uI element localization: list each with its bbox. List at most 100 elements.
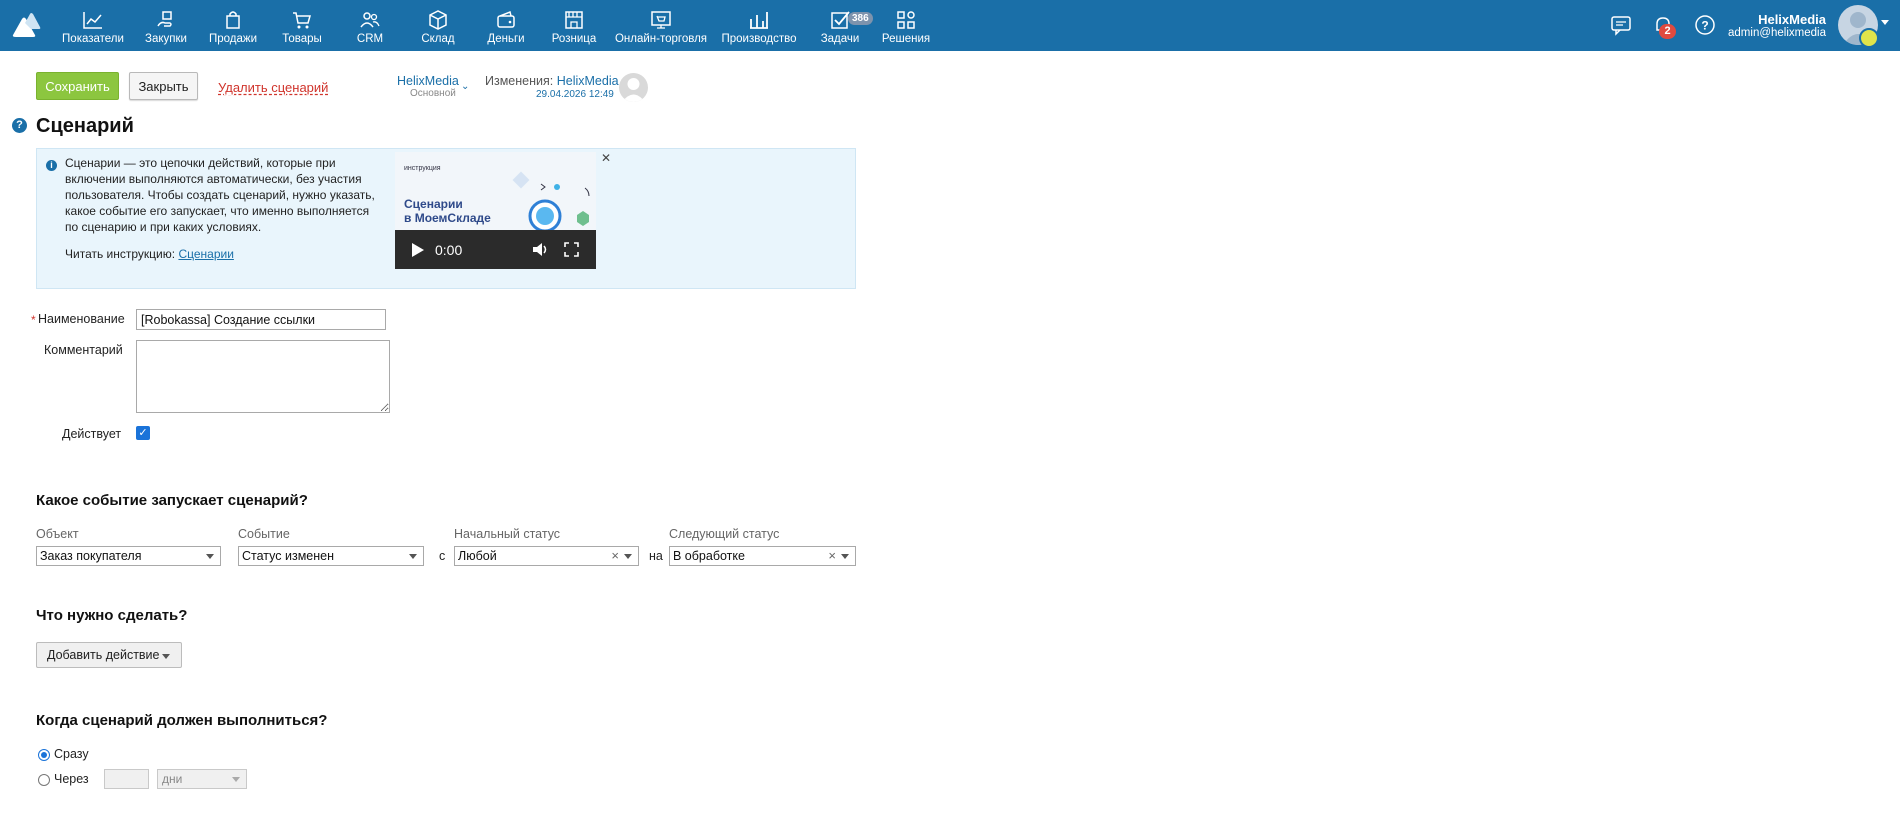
chevron-down-icon bbox=[232, 777, 240, 782]
logo-icon[interactable] bbox=[11, 11, 41, 39]
help-circle-icon[interactable]: ? bbox=[1693, 13, 1717, 37]
online-store-icon bbox=[651, 11, 671, 29]
run-delay-radio[interactable] bbox=[38, 774, 50, 786]
nav-item-solutions[interactable]: Решения bbox=[880, 0, 932, 51]
fullscreen-icon[interactable] bbox=[564, 242, 579, 257]
store-icon bbox=[565, 11, 583, 29]
timing-heading: Когда сценарий должен выполниться? bbox=[36, 712, 328, 729]
owner-chevron-down-icon[interactable]: ⌄ bbox=[461, 81, 469, 92]
nav-label: Задачи bbox=[820, 33, 860, 45]
nav-label: Товары bbox=[282, 33, 322, 45]
help-icon[interactable]: ? bbox=[12, 118, 27, 133]
chevron-down-icon bbox=[206, 554, 214, 559]
chevron-down-icon bbox=[409, 554, 417, 559]
clear-icon[interactable]: × bbox=[611, 548, 619, 563]
video-controls: 0:00 bbox=[395, 230, 596, 269]
nav-label: Решения bbox=[881, 33, 931, 45]
chat-icon[interactable] bbox=[1609, 13, 1633, 37]
people-icon bbox=[360, 12, 380, 28]
play-icon[interactable] bbox=[411, 242, 425, 258]
next-status-label: Следующий статус bbox=[669, 527, 780, 541]
avatar-silhouette-icon bbox=[622, 78, 645, 102]
user-menu-caret-icon[interactable] bbox=[1881, 20, 1889, 25]
changes-user-link[interactable]: HelixMedia bbox=[557, 74, 619, 88]
nav-item-crm[interactable]: CRM bbox=[348, 0, 392, 51]
volume-icon[interactable] bbox=[532, 241, 550, 258]
comment-textarea[interactable] bbox=[136, 340, 390, 413]
user-role-icon bbox=[1859, 28, 1879, 48]
nav-item-retail[interactable]: Розница bbox=[549, 0, 599, 51]
nav-item-tasks[interactable]: 386 Задачи bbox=[814, 0, 873, 51]
nav-item-money[interactable]: Деньги bbox=[484, 0, 528, 51]
video-title: Сценарии в МоемСкладе bbox=[404, 197, 491, 225]
nav-item-production[interactable]: Производство bbox=[718, 0, 800, 51]
video-title-line-2: в МоемСкладе bbox=[404, 211, 491, 225]
changes-date: 29.04.2026 12:49 bbox=[536, 89, 614, 100]
object-select[interactable]: Заказ покупателя bbox=[36, 546, 221, 566]
active-label: Действует bbox=[62, 427, 122, 441]
video-title-line-1: Сценарии bbox=[404, 197, 463, 211]
nav-item-warehouse[interactable]: Склад bbox=[416, 0, 460, 51]
trigger-heading: Какое событие запускает сценарий? bbox=[36, 492, 308, 509]
run-now-radio[interactable] bbox=[38, 749, 50, 761]
svg-text:?: ? bbox=[1701, 19, 1708, 33]
page-title: Сценарий bbox=[36, 115, 134, 137]
delay-unit-value: дни bbox=[162, 772, 183, 786]
nav-label: Закупки bbox=[145, 33, 187, 45]
apps-grid-icon bbox=[897, 11, 915, 29]
user-email[interactable]: admin@helixmedia bbox=[1728, 27, 1826, 39]
changes-user-avatar bbox=[619, 73, 648, 102]
start-status-label: Начальный статус bbox=[454, 527, 561, 541]
save-button[interactable]: Сохранить bbox=[36, 72, 119, 100]
video-time: 0:00 bbox=[435, 242, 463, 258]
chevron-down-icon bbox=[624, 554, 632, 559]
box-icon bbox=[429, 10, 447, 30]
instruction-label: Читать инструкцию: bbox=[65, 247, 176, 261]
video-caption: инструкция bbox=[404, 165, 441, 172]
delete-scenario-link[interactable]: Удалить сценарий bbox=[218, 80, 328, 95]
active-checkbox[interactable]: ✓ bbox=[136, 426, 150, 440]
nav-item-indicators[interactable]: Показатели bbox=[60, 0, 126, 51]
comment-label: Комментарий bbox=[44, 343, 123, 357]
nav-item-products[interactable]: Товары bbox=[276, 0, 328, 51]
wallet-icon bbox=[497, 10, 515, 28]
user-name[interactable]: HelixMedia bbox=[1758, 12, 1826, 27]
start-status-value: Любой bbox=[458, 549, 497, 563]
owner-subtitle: Основной bbox=[410, 88, 456, 99]
nav-label: Производство bbox=[721, 33, 797, 45]
nav-label: Продажи bbox=[208, 33, 258, 45]
next-status-select[interactable]: В обработке × bbox=[669, 546, 856, 566]
nav-label: Деньги bbox=[487, 33, 525, 45]
nav-label: CRM bbox=[356, 33, 384, 45]
delay-unit-select[interactable]: дни bbox=[157, 769, 247, 789]
close-icon[interactable]: ✕ bbox=[601, 151, 611, 165]
clear-icon[interactable]: × bbox=[828, 548, 836, 563]
nav-item-online-trade[interactable]: Онлайн-торговля bbox=[614, 0, 708, 51]
run-now-label: Сразу bbox=[54, 747, 89, 761]
add-action-button[interactable]: Добавить действие bbox=[36, 642, 182, 668]
nav-label: Розница bbox=[551, 33, 597, 45]
changes-label: Изменения: bbox=[485, 74, 554, 88]
event-value: Статус изменен bbox=[242, 549, 335, 563]
hand-box-icon bbox=[157, 11, 172, 27]
nav-item-purchases[interactable]: Закупки bbox=[140, 0, 192, 51]
owner-selector[interactable]: HelixMedia bbox=[397, 74, 459, 88]
next-status-value: В обработке bbox=[673, 549, 745, 563]
factory-icon bbox=[750, 12, 768, 29]
chart-line-icon bbox=[83, 12, 102, 29]
event-select[interactable]: Статус изменен bbox=[238, 546, 424, 566]
close-button[interactable]: Закрыть bbox=[129, 72, 198, 100]
event-label: Событие bbox=[238, 527, 290, 541]
chevron-down-icon bbox=[162, 654, 170, 659]
video-player[interactable]: инструкция Сценарии в МоемСкладе 0:00 bbox=[395, 152, 596, 269]
instruction-link[interactable]: Сценарии bbox=[178, 247, 233, 261]
tasks-count-badge: 386 bbox=[848, 12, 873, 25]
delay-amount-input[interactable] bbox=[104, 769, 149, 789]
add-action-label: Добавить действие bbox=[47, 648, 160, 662]
required-marker: * bbox=[31, 313, 36, 327]
object-label: Объект bbox=[36, 527, 79, 541]
nav-item-sales[interactable]: Продажи bbox=[207, 0, 259, 51]
name-input[interactable] bbox=[136, 309, 386, 330]
changes-info: Изменения: HelixMedia bbox=[485, 74, 619, 88]
start-status-select[interactable]: Любой × bbox=[454, 546, 639, 566]
